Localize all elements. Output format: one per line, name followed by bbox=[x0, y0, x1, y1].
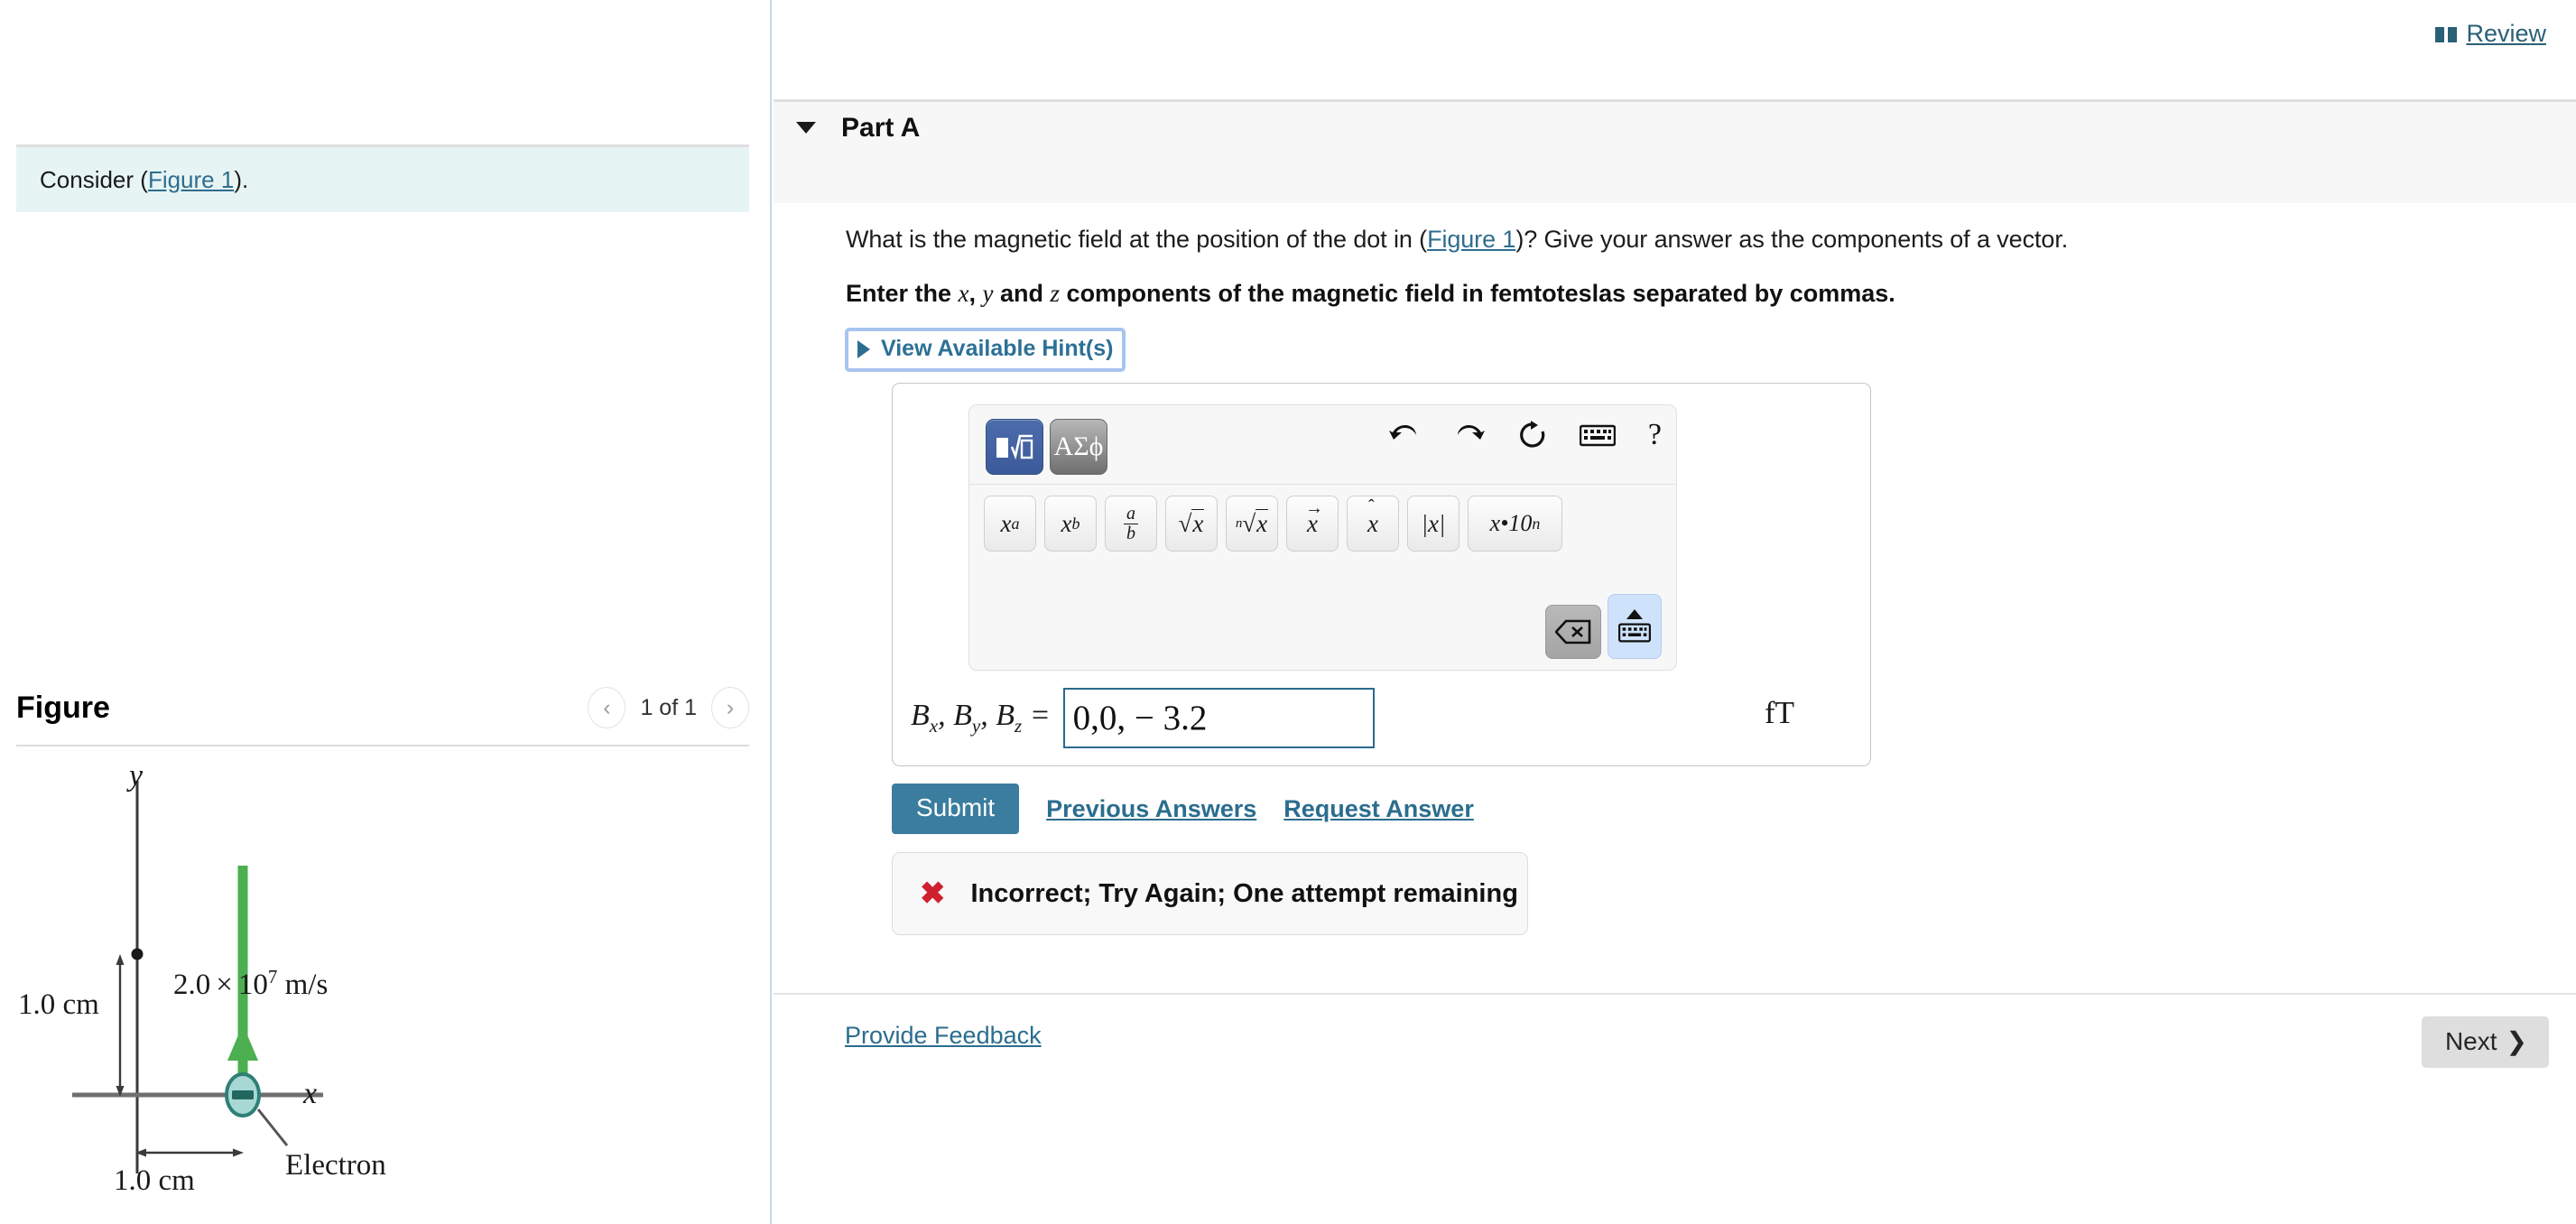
consider-suffix: ). bbox=[234, 165, 249, 193]
chevron-right-icon: ❯ bbox=[2506, 1027, 2527, 1055]
review-label: Review bbox=[2466, 20, 2546, 47]
answer-input[interactable]: 0,0, − 3.2 bbox=[1062, 688, 1375, 748]
velocity-magnitude: 2.0 bbox=[173, 969, 211, 1001]
math-template-buttons: xa xb ab √ x n √ x x → xˆ |x| x•10 n bbox=[969, 485, 1676, 552]
label-bx: B bbox=[911, 699, 930, 733]
question-text-a: What is the magnetic field at the positi… bbox=[846, 226, 1428, 253]
next-label: Next bbox=[2444, 1026, 2497, 1055]
footer-divider bbox=[774, 993, 2576, 995]
x-mark-icon: ✖ bbox=[920, 876, 946, 911]
template-unit-vector-button[interactable]: xˆ bbox=[1347, 496, 1399, 552]
question-instruction: Enter the x, y and z components of the m… bbox=[846, 280, 1895, 308]
consider-text: Consider (Figure 1). bbox=[40, 166, 248, 194]
figure-prev-button[interactable]: ‹ bbox=[588, 687, 626, 728]
velocity-base: 10 bbox=[237, 969, 268, 1001]
view-hints-label: View Available Hint(s) bbox=[881, 336, 1114, 361]
template-absolute-value-button[interactable]: |x| bbox=[1407, 496, 1459, 552]
instr-var-y: y bbox=[982, 280, 994, 307]
figure-next-button[interactable]: › bbox=[711, 687, 749, 728]
keyboard-icon[interactable] bbox=[1579, 423, 1617, 448]
figure-page-label: 1 of 1 bbox=[640, 694, 697, 720]
part-header-spacer bbox=[774, 153, 2576, 203]
figure-1-link-sidebar[interactable]: Figure 1 bbox=[148, 166, 234, 193]
label-bz-sub: z bbox=[1015, 714, 1023, 737]
caret-right-icon bbox=[857, 339, 870, 358]
book-icon bbox=[2434, 25, 2458, 43]
instr-var-x: x bbox=[958, 280, 969, 307]
problem-panel: Review Part A What is the magnetic field… bbox=[774, 0, 2576, 1224]
consider-callout: Consider (Figure 1). bbox=[16, 144, 749, 212]
submit-button[interactable]: Submit bbox=[892, 784, 1020, 834]
view-hints-button[interactable]: View Available Hint(s) bbox=[845, 328, 1126, 372]
instr-a: Enter the bbox=[846, 280, 959, 307]
template-fraction-button[interactable]: ab bbox=[1105, 496, 1157, 552]
template-subscript-button[interactable]: xb bbox=[1044, 496, 1097, 552]
figure-1-link-question[interactable]: Figure 1 bbox=[1427, 226, 1515, 253]
reset-icon[interactable] bbox=[1518, 420, 1547, 450]
velocity-units: m/s bbox=[284, 969, 329, 1001]
instr-var-z: z bbox=[1050, 280, 1061, 307]
horizontal-distance-label: 1.0 cm bbox=[114, 1164, 195, 1197]
part-a-header[interactable]: Part A bbox=[774, 99, 2576, 153]
redo-icon[interactable] bbox=[1453, 420, 1486, 450]
figure-divider bbox=[16, 745, 749, 746]
backspace-icon[interactable] bbox=[1545, 605, 1601, 659]
velocity-label: 2.0 × 107 m/s bbox=[173, 966, 328, 1002]
label-equals: = bbox=[1029, 699, 1051, 733]
next-button[interactable]: Next ❯ bbox=[2421, 1016, 2549, 1068]
chevron-up-icon bbox=[1626, 609, 1643, 619]
label-bx-sub: x bbox=[929, 714, 939, 737]
previous-answers-link[interactable]: Previous Answers bbox=[1046, 795, 1256, 823]
answer-unit-label: fT bbox=[1765, 695, 1795, 730]
answer-actions: Submit Previous Answers Request Answer bbox=[892, 784, 1474, 834]
template-nth-root-button[interactable]: n √ x bbox=[1226, 496, 1278, 552]
math-toolbar: ΑΣϕ ? xa x b a b √ x n √ x x → x ˆ |x| x… bbox=[968, 404, 1677, 671]
provide-feedback-link[interactable]: Provide Feedback bbox=[845, 1022, 1042, 1050]
request-answer-link[interactable]: Request Answer bbox=[1283, 795, 1474, 823]
hide-keyboard-icon[interactable] bbox=[1608, 594, 1662, 659]
label-bz: B bbox=[996, 699, 1015, 733]
instr-mid2: and bbox=[993, 280, 1051, 307]
label-by-sub: y bbox=[971, 714, 981, 737]
figure-header: Figure ‹ 1 of 1 › bbox=[16, 682, 749, 734]
math-keypad-controls bbox=[1545, 594, 1662, 659]
question-statement: What is the magnetic field at the positi… bbox=[846, 226, 2068, 254]
review-link[interactable]: Review bbox=[2434, 20, 2546, 48]
feedback-banner: ✖ Incorrect; Try Again; One attempt rema… bbox=[892, 852, 1528, 935]
figure-sidebar: Consider (Figure 1). Figure ‹ 1 of 1 › y… bbox=[0, 0, 772, 1224]
answer-row: Bx, By, Bz = 0,0, − 3.2 bbox=[911, 688, 1375, 748]
part-title: Part A bbox=[841, 112, 921, 143]
velocity-times-icon: × bbox=[216, 969, 233, 1001]
answer-variable-label: Bx, By, Bz = bbox=[911, 699, 1051, 737]
question-text-b: )? Give your answer as the components of… bbox=[1515, 226, 2069, 253]
velocity-exponent: 7 bbox=[267, 966, 278, 988]
undo-icon[interactable] bbox=[1388, 420, 1421, 450]
instr-mid1: , bbox=[968, 280, 983, 307]
greek-symbols-mode-button[interactable]: ΑΣϕ bbox=[1050, 418, 1107, 475]
template-superscript-button[interactable]: xa bbox=[984, 496, 1036, 552]
figure-pager: ‹ 1 of 1 › bbox=[588, 687, 749, 728]
y-axis-label: y bbox=[129, 759, 144, 793]
caret-down-icon[interactable] bbox=[796, 122, 816, 134]
help-icon[interactable]: ? bbox=[1648, 418, 1662, 452]
math-toolbar-top-row: ΑΣϕ ? bbox=[969, 405, 1676, 485]
electron-label: Electron bbox=[285, 1149, 386, 1182]
template-square-root-button[interactable]: √ x bbox=[1165, 496, 1218, 552]
template-vector-button[interactable]: x → bbox=[1286, 496, 1339, 552]
feedback-message: Incorrect; Try Again; One attempt remain… bbox=[970, 878, 1518, 908]
math-toolbar-actions: ? bbox=[1388, 418, 1662, 452]
consider-prefix: Consider ( bbox=[40, 165, 148, 193]
instr-b: components of the magnetic field in femt… bbox=[1060, 280, 1895, 307]
math-template-mode-button[interactable] bbox=[986, 418, 1043, 475]
figure-panel-title: Figure bbox=[16, 690, 110, 725]
label-by: B bbox=[953, 699, 972, 733]
figure-image: y x 1.0 cm 1.0 cm 2.0 × 107 m/s Electron bbox=[0, 759, 772, 1224]
x-axis-label: x bbox=[303, 1077, 318, 1110]
template-scientific-notation-button[interactable]: x•10 n bbox=[1468, 496, 1562, 552]
vertical-distance-label: 1.0 cm bbox=[18, 988, 99, 1021]
